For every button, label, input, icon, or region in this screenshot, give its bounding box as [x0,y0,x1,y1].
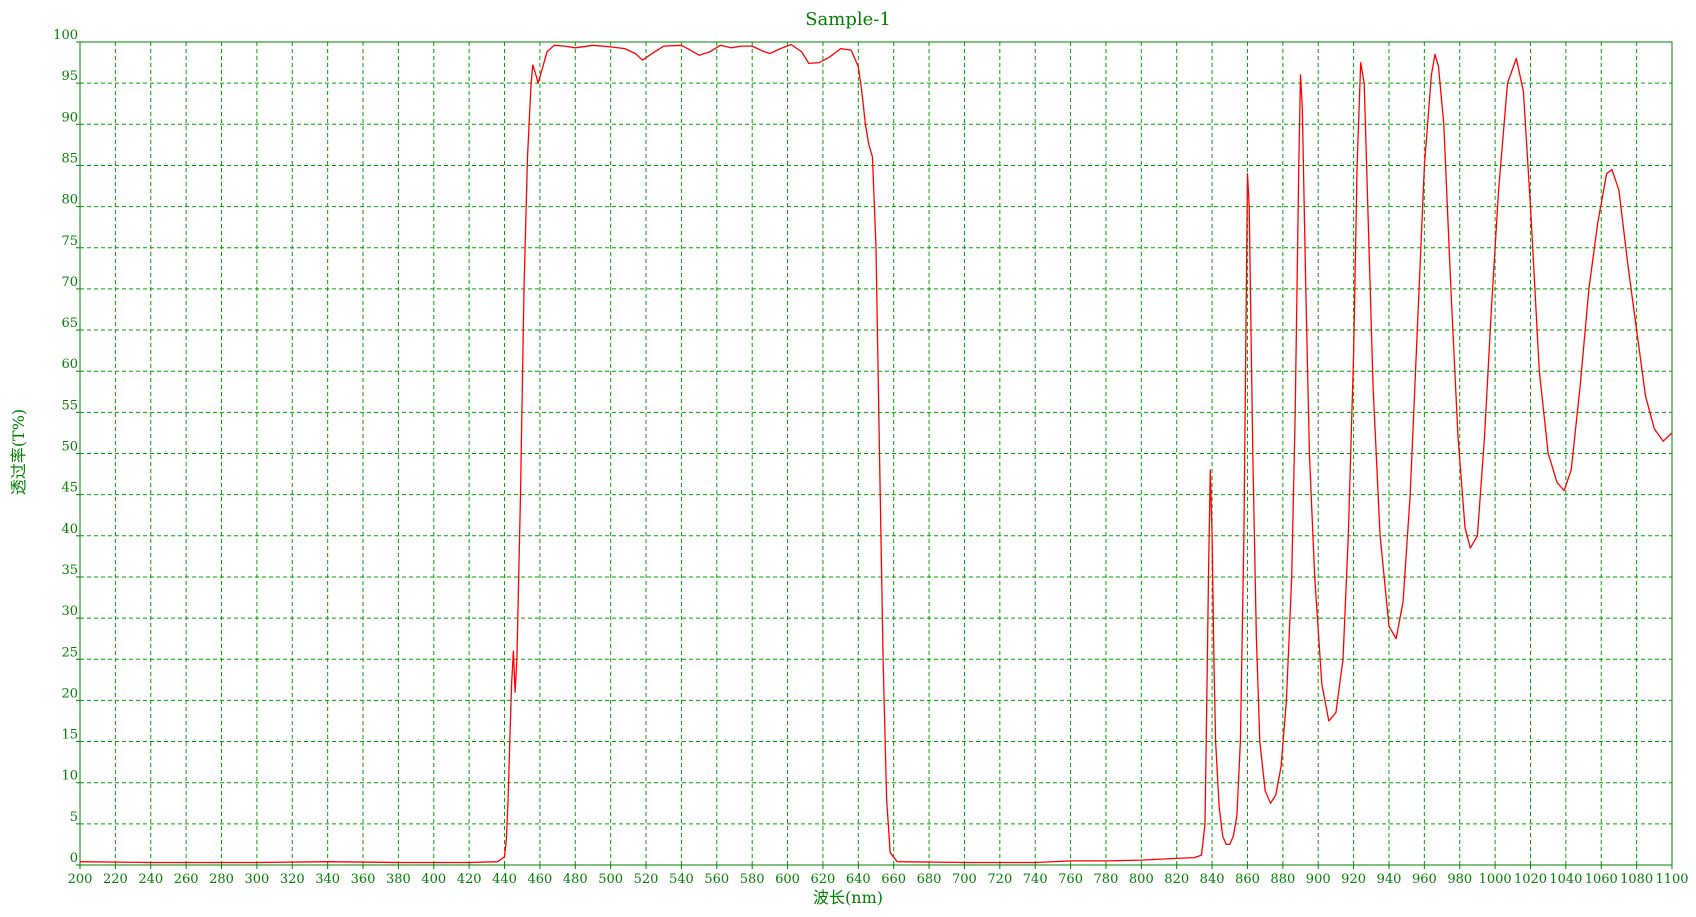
x-axis-label: 波长(nm) [813,888,883,907]
x-tick-label: 940 [1377,872,1402,887]
y-tick-label: 45 [61,481,78,496]
x-tick-label: 1000 [1479,872,1512,887]
y-tick-label: 75 [61,234,78,249]
y-tick-label: 50 [61,440,78,455]
y-tick-label: 90 [61,110,78,125]
x-tick-label: 480 [563,872,588,887]
x-tick-label: 760 [1058,872,1083,887]
x-tick-label: 700 [952,872,977,887]
x-tick-label: 720 [987,872,1012,887]
x-tick-label: 960 [1412,872,1437,887]
x-tick-label: 680 [917,872,942,887]
y-tick-label: 55 [61,398,78,413]
x-tick-label: 240 [138,872,163,887]
x-tick-label: 280 [209,872,234,887]
y-tick-label: 40 [61,522,78,537]
x-tick-label: 780 [1094,872,1119,887]
x-tick-label: 820 [1164,872,1189,887]
x-tick-label: 220 [103,872,128,887]
x-tick-label: 1100 [1655,872,1688,887]
y-tick-label: 0 [70,851,78,866]
x-tick-label: 1060 [1585,872,1618,887]
y-tick-label: 100 [53,28,78,43]
x-tick-label: 1040 [1549,872,1582,887]
x-tick-label: 800 [1129,872,1154,887]
chart-title: Sample-1 [805,9,891,30]
tick-layer: 200 220 240 260 280 300 320 340 360 380 400 420 440 4… [53,28,1688,887]
x-tick-label: 660 [881,872,906,887]
y-tick-label: 15 [61,728,78,743]
x-tick-label: 580 [740,872,765,887]
y-tick-label: 95 [61,69,78,84]
x-tick-label: 380 [386,872,411,887]
y-tick-label: 35 [61,563,78,578]
x-tick-label: 620 [811,872,836,887]
x-tick-label: 460 [527,872,552,887]
y-tick-label: 60 [61,357,78,372]
x-tick-label: 920 [1341,872,1366,887]
x-tick-label: 600 [775,872,800,887]
x-tick-label: 860 [1235,872,1260,887]
x-tick-label: 640 [846,872,871,887]
y-tick-label: 25 [61,645,78,660]
x-tick-label: 1080 [1620,872,1653,887]
transmittance-chart: 200 220 240 260 280 300 320 340 360 380 400 420 440 4… [0,0,1696,913]
x-tick-label: 440 [492,872,517,887]
y-tick-label: 30 [61,604,78,619]
x-tick-label: 500 [598,872,623,887]
x-tick-label: 300 [244,872,269,887]
y-tick-label: 85 [61,151,78,166]
x-tick-label: 1020 [1514,872,1547,887]
x-tick-label: 840 [1200,872,1225,887]
x-tick-label: 360 [351,872,376,887]
x-tick-label: 420 [457,872,482,887]
grid-layer [80,42,1672,865]
x-tick-label: 320 [280,872,305,887]
y-tick-label: 5 [70,810,78,825]
y-tick-label: 70 [61,275,78,290]
x-tick-label: 980 [1447,872,1472,887]
x-tick-label: 200 [68,872,93,887]
x-tick-label: 520 [634,872,659,887]
x-tick-label: 560 [704,872,729,887]
y-tick-label: 80 [61,193,78,208]
x-tick-label: 880 [1270,872,1295,887]
y-axis-label: 透过率(T%) [9,409,28,495]
x-tick-label: 400 [421,872,446,887]
y-tick-label: 10 [61,769,78,784]
y-tick-label: 20 [61,686,78,701]
x-tick-label: 260 [174,872,199,887]
x-tick-label: 740 [1023,872,1048,887]
x-tick-label: 540 [669,872,694,887]
x-tick-label: 900 [1306,872,1331,887]
chart-svg: 200 220 240 260 280 300 320 340 360 380 400 420 440 4… [9,9,1689,907]
x-tick-label: 340 [315,872,340,887]
y-tick-label: 65 [61,316,78,331]
